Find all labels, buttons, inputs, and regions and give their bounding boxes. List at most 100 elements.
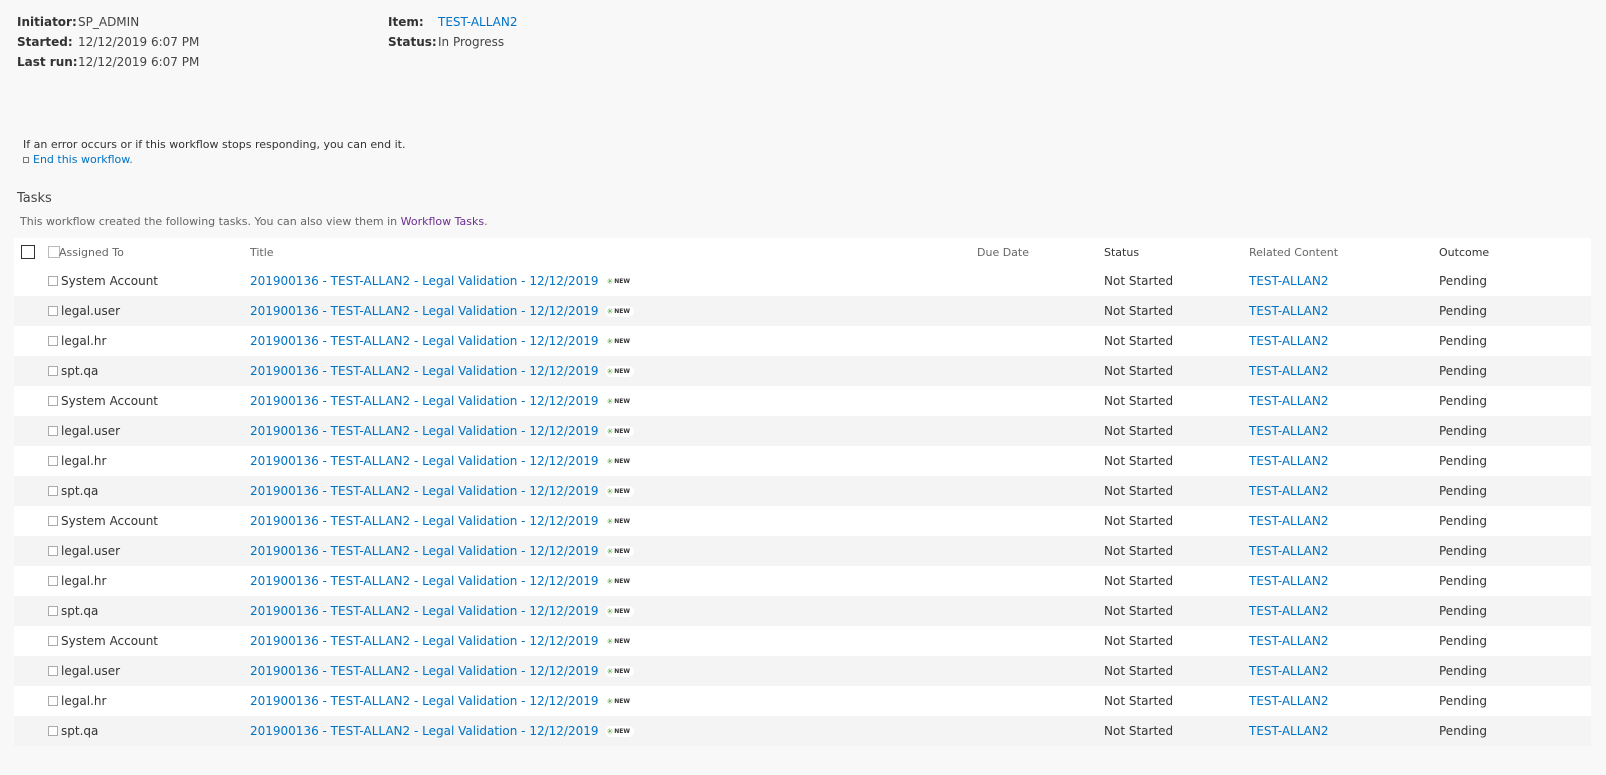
related-content-link[interactable]: TEST-ALLAN2	[1249, 424, 1329, 438]
related-content-link[interactable]: TEST-ALLAN2	[1249, 334, 1329, 348]
item-link[interactable]: TEST-ALLAN2	[438, 15, 518, 29]
related-content-link[interactable]: TEST-ALLAN2	[1249, 514, 1329, 528]
title-cell: 201900136 - TEST-ALLAN2 - Legal Validati…	[250, 394, 634, 408]
task-title-link[interactable]: 201900136 - TEST-ALLAN2 - Legal Validati…	[250, 574, 599, 588]
new-badge: ✳ NEW	[604, 515, 634, 527]
new-star-icon: ✳	[606, 726, 614, 736]
row-checkbox[interactable]	[48, 396, 58, 406]
task-title-link[interactable]: 201900136 - TEST-ALLAN2 - Legal Validati…	[250, 364, 599, 378]
row-checkbox[interactable]	[48, 516, 58, 526]
table-row[interactable]: legal.user 201900136 - TEST-ALLAN2 - Lega…	[14, 296, 1591, 326]
task-title-link[interactable]: 201900136 - TEST-ALLAN2 - Legal Validati…	[250, 424, 599, 438]
task-title-link[interactable]: 201900136 - TEST-ALLAN2 - Legal Validati…	[250, 484, 599, 498]
table-row[interactable]: legal.user 201900136 - TEST-ALLAN2 - Lega…	[14, 656, 1591, 686]
table-row[interactable]: legal.user 201900136 - TEST-ALLAN2 - Lega…	[14, 536, 1591, 566]
new-star-icon: ✳	[606, 606, 614, 616]
title-cell: 201900136 - TEST-ALLAN2 - Legal Validati…	[250, 634, 634, 648]
status-cell: Not Started	[1104, 274, 1174, 288]
task-title-link[interactable]: 201900136 - TEST-ALLAN2 - Legal Validati…	[250, 664, 599, 678]
select-all-checkbox[interactable]	[21, 245, 35, 259]
table-row[interactable]: spt.qa 201900136 - TEST-ALLAN2 - Legal Va…	[14, 476, 1591, 506]
row-checkbox[interactable]	[48, 546, 58, 556]
table-row[interactable]: legal.hr 201900136 - TEST-ALLAN2 - Legal …	[14, 566, 1591, 596]
new-badge-label: NEW	[614, 307, 630, 315]
title-cell: 201900136 - TEST-ALLAN2 - Legal Validati…	[250, 664, 634, 678]
related-content-link[interactable]: TEST-ALLAN2	[1249, 634, 1329, 648]
related-content-link[interactable]: TEST-ALLAN2	[1249, 364, 1329, 378]
status-cell: Not Started	[1104, 544, 1174, 558]
outcome-cell: Pending	[1439, 274, 1487, 288]
table-row[interactable]: spt.qa 201900136 - TEST-ALLAN2 - Legal Va…	[14, 356, 1591, 386]
column-header-outcome[interactable]: Outcome	[1439, 246, 1489, 259]
table-row[interactable]: spt.qa 201900136 - TEST-ALLAN2 - Legal Va…	[14, 716, 1591, 746]
row-checkbox[interactable]	[48, 336, 58, 346]
row-checkbox[interactable]	[48, 276, 58, 286]
new-badge: ✳ NEW	[604, 305, 634, 317]
related-content-link[interactable]: TEST-ALLAN2	[1249, 454, 1329, 468]
table-row[interactable]: System Account 201900136 - TEST-ALLAN2 - …	[14, 506, 1591, 536]
column-header-related-content[interactable]: Related Content	[1249, 246, 1338, 259]
related-content-link[interactable]: TEST-ALLAN2	[1249, 724, 1329, 738]
table-row[interactable]: System Account 201900136 - TEST-ALLAN2 - …	[14, 266, 1591, 296]
task-title-link[interactable]: 201900136 - TEST-ALLAN2 - Legal Validati…	[250, 394, 599, 408]
new-badge-label: NEW	[614, 577, 630, 585]
workflow-tasks-link[interactable]: Workflow Tasks	[401, 215, 484, 228]
row-checkbox[interactable]	[48, 366, 58, 376]
row-checkbox[interactable]	[48, 456, 58, 466]
new-star-icon: ✳	[606, 456, 614, 466]
status-cell: Not Started	[1104, 484, 1174, 498]
table-row[interactable]: legal.hr 201900136 - TEST-ALLAN2 - Legal …	[14, 326, 1591, 356]
related-content-link[interactable]: TEST-ALLAN2	[1249, 574, 1329, 588]
related-content-link[interactable]: TEST-ALLAN2	[1249, 664, 1329, 678]
new-star-icon: ✳	[606, 426, 614, 436]
row-checkbox[interactable]	[48, 726, 58, 736]
row-checkbox[interactable]	[48, 306, 58, 316]
row-checkbox[interactable]	[48, 696, 58, 706]
row-checkbox[interactable]	[48, 606, 58, 616]
task-title-link[interactable]: 201900136 - TEST-ALLAN2 - Legal Validati…	[250, 694, 599, 708]
row-checkbox[interactable]	[48, 666, 58, 676]
task-title-link[interactable]: 201900136 - TEST-ALLAN2 - Legal Validati…	[250, 634, 599, 648]
row-checkbox[interactable]	[48, 486, 58, 496]
title-cell: 201900136 - TEST-ALLAN2 - Legal Validati…	[250, 334, 634, 348]
related-content-link[interactable]: TEST-ALLAN2	[1249, 604, 1329, 618]
table-row[interactable]: legal.hr 201900136 - TEST-ALLAN2 - Legal …	[14, 686, 1591, 716]
status-cell: Not Started	[1104, 694, 1174, 708]
item-label: Item:	[388, 15, 424, 29]
end-workflow-link[interactable]: End this workflow.	[33, 153, 133, 166]
task-title-link[interactable]: 201900136 - TEST-ALLAN2 - Legal Validati…	[250, 304, 599, 318]
table-row[interactable]: legal.hr 201900136 - TEST-ALLAN2 - Legal …	[14, 446, 1591, 476]
status-cell: Not Started	[1104, 424, 1174, 438]
new-badge-label: NEW	[614, 427, 630, 435]
status-label: Status:	[388, 35, 437, 49]
new-badge: ✳ NEW	[604, 395, 634, 407]
row-checkbox[interactable]	[48, 636, 58, 646]
new-badge-label: NEW	[614, 547, 630, 555]
related-content-link[interactable]: TEST-ALLAN2	[1249, 304, 1329, 318]
row-checkbox[interactable]	[48, 426, 58, 436]
table-row[interactable]: System Account 201900136 - TEST-ALLAN2 - …	[14, 386, 1591, 416]
related-content-link[interactable]: TEST-ALLAN2	[1249, 484, 1329, 498]
task-title-link[interactable]: 201900136 - TEST-ALLAN2 - Legal Validati…	[250, 274, 599, 288]
table-row[interactable]: legal.user 201900136 - TEST-ALLAN2 - Lega…	[14, 416, 1591, 446]
related-content-link[interactable]: TEST-ALLAN2	[1249, 544, 1329, 558]
task-title-link[interactable]: 201900136 - TEST-ALLAN2 - Legal Validati…	[250, 544, 599, 558]
new-badge: ✳ NEW	[604, 575, 634, 587]
column-header-title[interactable]: Title	[250, 246, 274, 259]
task-title-link[interactable]: 201900136 - TEST-ALLAN2 - Legal Validati…	[250, 454, 599, 468]
task-title-link[interactable]: 201900136 - TEST-ALLAN2 - Legal Validati…	[250, 604, 599, 618]
task-title-link[interactable]: 201900136 - TEST-ALLAN2 - Legal Validati…	[250, 514, 599, 528]
table-row[interactable]: System Account 201900136 - TEST-ALLAN2 - …	[14, 626, 1591, 656]
task-title-link[interactable]: 201900136 - TEST-ALLAN2 - Legal Validati…	[250, 724, 599, 738]
related-content-link[interactable]: TEST-ALLAN2	[1249, 274, 1329, 288]
row-checkbox[interactable]	[48, 576, 58, 586]
column-header-due-date[interactable]: Due Date	[977, 246, 1029, 259]
table-row[interactable]: spt.qa 201900136 - TEST-ALLAN2 - Legal Va…	[14, 596, 1591, 626]
column-header-status[interactable]: Status	[1104, 246, 1139, 259]
column-header-assigned-to[interactable]: Assigned To	[59, 246, 124, 259]
task-title-link[interactable]: 201900136 - TEST-ALLAN2 - Legal Validati…	[250, 334, 599, 348]
outcome-cell: Pending	[1439, 454, 1487, 468]
related-content-link[interactable]: TEST-ALLAN2	[1249, 694, 1329, 708]
related-content-link[interactable]: TEST-ALLAN2	[1249, 394, 1329, 408]
new-star-icon: ✳	[606, 636, 614, 646]
